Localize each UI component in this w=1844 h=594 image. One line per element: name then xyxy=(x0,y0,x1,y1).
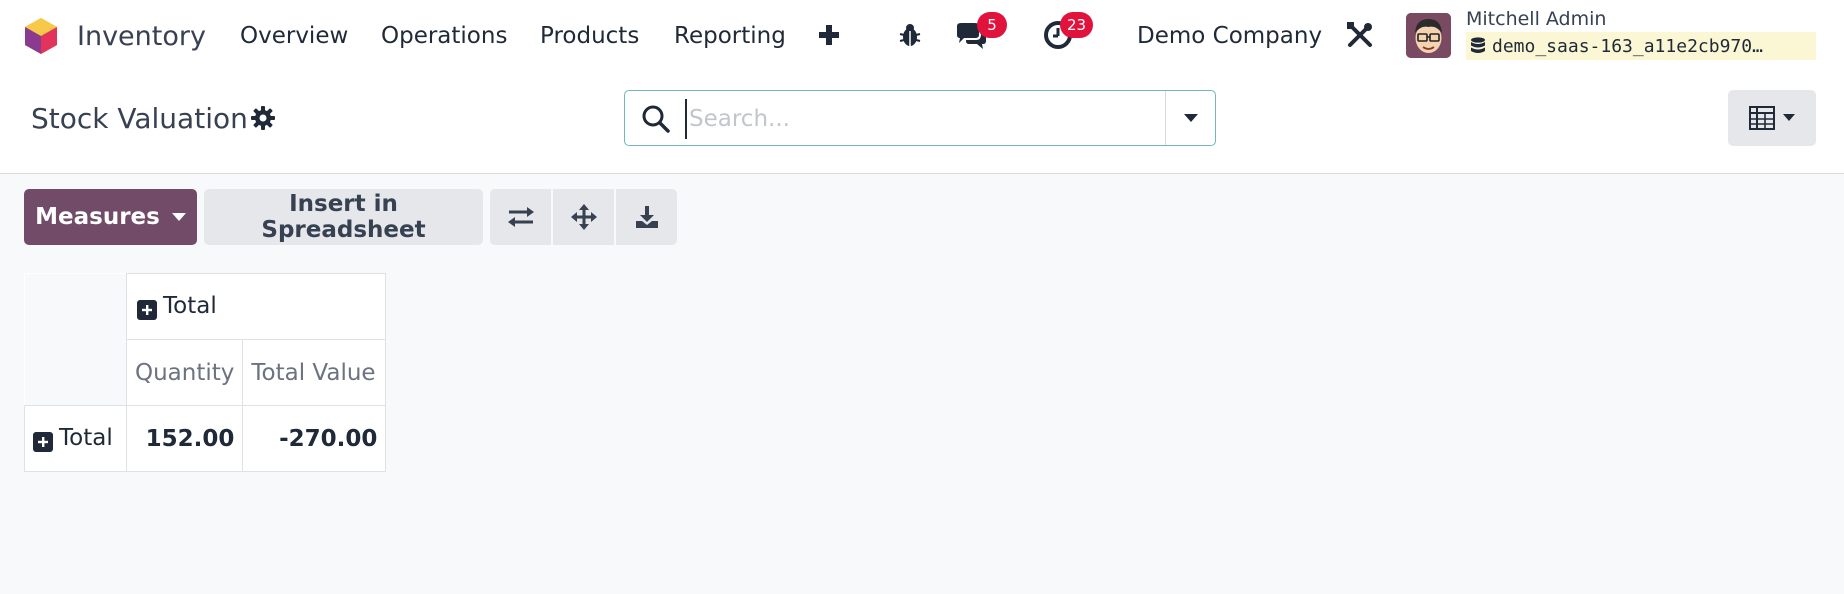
measure-header-quantity[interactable]: Quantity xyxy=(125,339,244,406)
measures-label: Measures xyxy=(35,204,160,230)
measures-caret-icon xyxy=(171,212,186,221)
menu-reporting[interactable]: Reporting xyxy=(674,16,786,56)
caret-down-icon[interactable] xyxy=(1166,91,1216,145)
company-switcher[interactable]: Demo Company xyxy=(1137,16,1322,56)
database-label: demo_saas-163_a11e2cb970… xyxy=(1492,35,1763,57)
bug-icon[interactable] xyxy=(896,20,924,50)
top-navbar: Inventory Overview Operations Products R… xyxy=(0,0,1844,72)
pivot-row-header-label: Total xyxy=(59,425,113,451)
flip-axis-button[interactable] xyxy=(490,189,551,245)
search-icon[interactable] xyxy=(641,104,671,134)
expand-all-button[interactable] xyxy=(553,189,614,245)
search-input[interactable] xyxy=(685,99,1155,139)
view-switcher-button[interactable] xyxy=(1728,90,1816,146)
pivot-row-header-total[interactable]: Total xyxy=(24,405,127,472)
page-title: Stock Valuation xyxy=(31,101,248,135)
app-logo-icon[interactable] xyxy=(22,17,60,55)
menu-products[interactable]: Products xyxy=(540,16,639,56)
avatar[interactable] xyxy=(1406,13,1451,58)
measures-button[interactable]: Measures xyxy=(24,189,197,245)
menu-operations[interactable]: Operations xyxy=(381,16,507,56)
pivot-col-header-label: Total xyxy=(163,293,217,319)
control-panel: Stock Valuation xyxy=(0,72,1844,174)
pivot-actions xyxy=(490,189,677,245)
database-name: demo_saas-163_a11e2cb970… xyxy=(1466,32,1816,60)
flip-axis-icon xyxy=(507,207,534,227)
activities-badge: 23 xyxy=(1060,12,1094,38)
menu-overview[interactable]: Overview xyxy=(240,16,348,56)
cell-quantity[interactable]: 152.00 xyxy=(125,405,244,472)
view-caret-down-icon xyxy=(1783,114,1795,121)
pivot-col-header-total[interactable]: Total xyxy=(125,273,387,340)
cell-total-value[interactable]: -270.00 xyxy=(242,405,387,472)
plus-icon[interactable] xyxy=(816,22,842,48)
search-bar xyxy=(624,90,1216,146)
measure-header-total-value[interactable]: Total Value xyxy=(242,339,387,406)
download-icon xyxy=(635,206,658,228)
pivot-table: Total Quantity Total Value Total 152.00 … xyxy=(24,273,387,472)
pivot-view-icon xyxy=(1749,106,1775,130)
download-button[interactable] xyxy=(616,189,677,245)
messages-badge: 5 xyxy=(977,12,1007,38)
gear-icon[interactable] xyxy=(251,106,275,130)
expand-all-icon xyxy=(570,204,597,230)
insert-spreadsheet-button[interactable]: Insert in Spreadsheet xyxy=(204,189,483,245)
database-icon xyxy=(1471,37,1485,53)
tools-icon[interactable] xyxy=(1345,20,1375,50)
app-name[interactable]: Inventory xyxy=(77,16,206,56)
pivot-corner xyxy=(24,273,127,406)
plus-square-icon xyxy=(33,432,53,452)
user-name[interactable]: Mitchell Admin xyxy=(1466,6,1606,32)
plus-square-icon xyxy=(137,300,157,320)
